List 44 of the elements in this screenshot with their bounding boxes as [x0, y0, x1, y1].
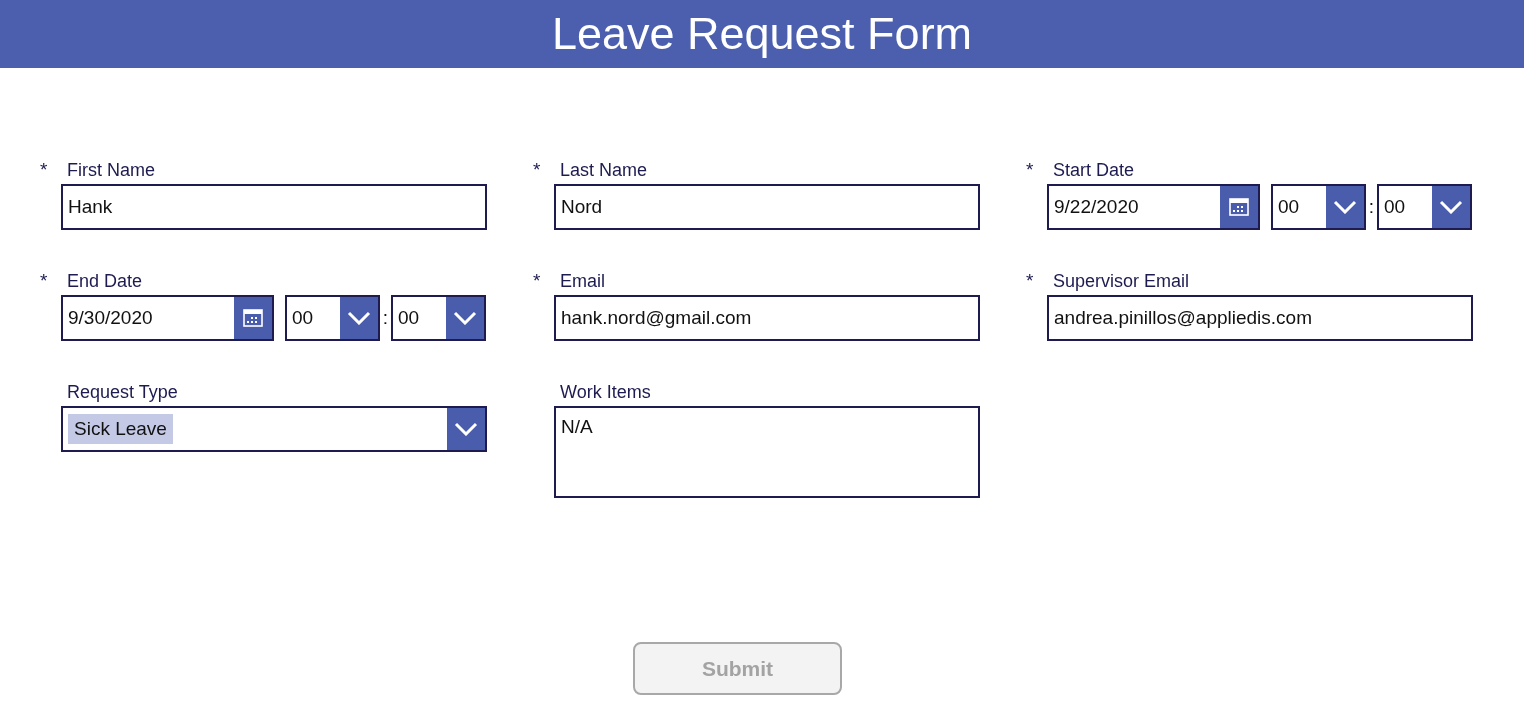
- dropdown[interactable]: 00: [1271, 184, 1366, 230]
- field-label: Email: [559, 270, 606, 292]
- date-field[interactable]: 9/22/2020: [1047, 184, 1260, 230]
- calendar-button[interactable]: [1220, 186, 1258, 228]
- field-label: Request Type: [66, 381, 179, 403]
- chevron-down-icon: [1439, 200, 1463, 214]
- chevron-down-icon: [454, 422, 478, 436]
- dropdown-button[interactable]: [340, 297, 378, 339]
- chevron-down-icon: [1333, 200, 1357, 214]
- dropdown[interactable]: 00: [1377, 184, 1472, 230]
- form-title: Leave Request Form: [551, 7, 973, 61]
- chevron-down-icon: [347, 311, 371, 325]
- time-separator: :: [1367, 196, 1376, 218]
- dropdown[interactable]: 00: [391, 295, 486, 341]
- field-label: Supervisor Email: [1052, 270, 1191, 292]
- field-label: First Name: [66, 159, 156, 181]
- required-asterisk: *: [1025, 159, 1035, 181]
- field-label: Last Name: [559, 159, 649, 181]
- calendar-button[interactable]: [234, 297, 272, 339]
- dropdown-button[interactable]: [446, 297, 484, 339]
- chevron-down-icon: [453, 311, 477, 325]
- selected-value: Sick Leave: [68, 414, 173, 444]
- text-field[interactable]: andrea.pinillos@appliedis.com: [1047, 295, 1473, 341]
- dropdown-button[interactable]: [1326, 186, 1364, 228]
- text-field[interactable]: Nord: [554, 184, 980, 230]
- text-area[interactable]: N/A: [554, 406, 980, 498]
- dropdown[interactable]: Sick Leave: [61, 406, 487, 452]
- field-label: Start Date: [1052, 159, 1136, 181]
- field-label: Work Items: [559, 381, 652, 403]
- text-field[interactable]: Hank: [61, 184, 487, 230]
- text-field[interactable]: hank.nord@gmail.com: [554, 295, 980, 341]
- time-separator: :: [381, 307, 390, 329]
- required-asterisk: *: [1025, 270, 1035, 292]
- required-asterisk: *: [39, 270, 49, 292]
- dropdown-button[interactable]: [447, 408, 485, 450]
- calendar-icon: [243, 309, 263, 327]
- field-label: End Date: [66, 270, 144, 292]
- dropdown-button[interactable]: [1432, 186, 1470, 228]
- dropdown[interactable]: 00: [285, 295, 380, 341]
- date-field[interactable]: 9/30/2020: [61, 295, 274, 341]
- calendar-icon: [1229, 198, 1249, 216]
- required-asterisk: *: [532, 159, 542, 181]
- required-asterisk: *: [532, 270, 542, 292]
- required-asterisk: *: [39, 159, 49, 181]
